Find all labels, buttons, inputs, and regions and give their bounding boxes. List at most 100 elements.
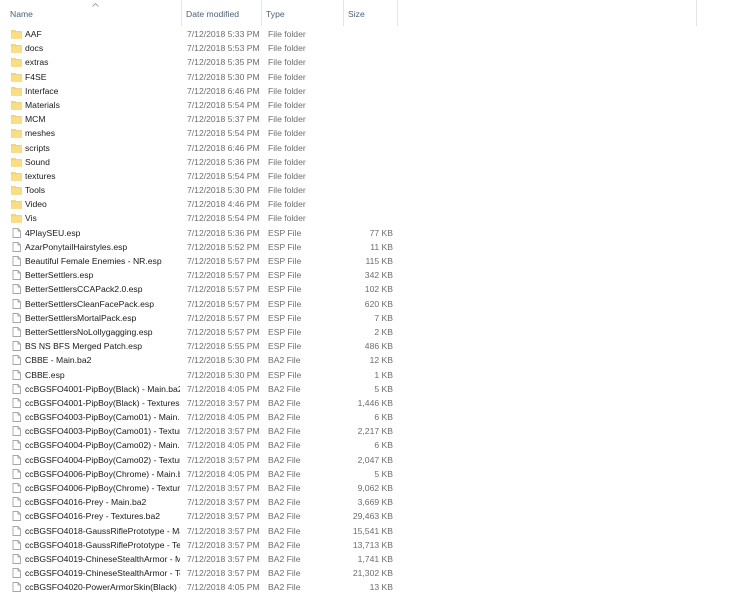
file-row[interactable]: ccBGSFO4016-Prey - Main.ba2 7/12/2018 3:5… (0, 495, 750, 509)
folder-icon (11, 199, 22, 210)
file-date-modified: 7/12/2018 5:36 PM (187, 227, 260, 238)
file-name: BetterSettlersCCAPack2.0.esp (25, 284, 143, 295)
file-row[interactable]: ccBGSFO4006-PipBoy(Chrome) - Texture... 7… (0, 481, 750, 495)
file-date-modified: 7/12/2018 3:57 PM (187, 483, 260, 493)
file-type: BA2 File (268, 397, 301, 408)
file-icon (11, 327, 22, 337)
file-icon (11, 511, 22, 522)
file-row[interactable]: meshes 7/12/2018 5:54 PM File folder (0, 126, 750, 140)
file-type: BA2 File (268, 539, 301, 550)
file-name: ccBGSFO4018-GaussRiflePrototype - Mai... (25, 525, 180, 536)
file-type: File folder (268, 114, 306, 125)
file-row[interactable]: ccBGSFO4019-ChineseStealthArmor - Tex...… (0, 566, 750, 580)
file-row[interactable]: CBBE.esp 7/12/2018 5:30 PM ESP File 1 KB (0, 368, 750, 382)
column-header-size[interactable]: Size (344, 0, 398, 26)
file-size: 5 KB (374, 383, 393, 394)
file-type: File folder (268, 156, 306, 167)
file-row[interactable]: BetterSettlers.esp 7/12/2018 5:57 PM ESP F… (0, 268, 750, 282)
file-date-modified: 7/12/2018 3:57 PM (187, 454, 260, 465)
file-type: File folder (268, 213, 306, 224)
file-date-modified: 7/12/2018 5:33 PM (187, 29, 260, 39)
file-row[interactable]: ccBGSFO4006-PipBoy(Chrome) - Main.ba2 7/1… (0, 467, 750, 481)
file-row[interactable]: Interface 7/12/2018 6:46 PM File folder (0, 84, 750, 98)
file-row[interactable]: F4SE 7/12/2018 5:30 PM File folder (0, 70, 750, 84)
file-type: BA2 File (268, 355, 301, 366)
file-row[interactable]: AzarPonytailHairstyles.esp 7/12/2018 5:52… (0, 240, 750, 254)
file-row[interactable]: AAF 7/12/2018 5:33 PM File folder (0, 27, 750, 41)
folder-icon (11, 86, 22, 96)
file-date-modified: 7/12/2018 4:05 PM (187, 412, 260, 423)
file-date-modified: 7/12/2018 5:36 PM (187, 156, 260, 167)
file-name: Video (25, 199, 47, 210)
file-date-modified: 7/12/2018 5:53 PM (187, 43, 260, 54)
column-header-type[interactable]: Type (262, 0, 344, 26)
file-row[interactable]: ccBGSFO4004-PipBoy(Camo02) - Texture... 7… (0, 453, 750, 467)
column-header-date-modified[interactable]: Date modified (182, 0, 262, 26)
file-name: ccBGSFO4001-PipBoy(Black) - Textures.ba2 (25, 397, 180, 408)
file-date-modified: 7/12/2018 6:46 PM (187, 85, 260, 96)
file-row[interactable]: ccBGSFO4019-ChineseStealthArmor - Ma... 7… (0, 552, 750, 566)
file-row[interactable]: Materials 7/12/2018 5:54 PM File folder (0, 98, 750, 112)
file-size: 620 KB (364, 298, 393, 309)
file-type: BA2 File (268, 383, 301, 394)
file-row[interactable]: ccBGSFO4004-PipBoy(Camo02) - Main.ba2 7/1… (0, 438, 750, 452)
file-row[interactable]: Beautiful Female Enemies - NR.esp 7/12/20… (0, 254, 750, 268)
file-row[interactable]: extras 7/12/2018 5:35 PM File folder (0, 55, 750, 69)
file-row[interactable]: BS NS BFS Merged Patch.esp 7/12/2018 5:55… (0, 339, 750, 353)
file-date-modified: 7/12/2018 5:55 PM (187, 341, 260, 352)
file-type: BA2 File (268, 553, 301, 564)
file-row[interactable]: ccBGSFO4003-PipBoy(Camo01) - Main.ba2 7/1… (0, 410, 750, 424)
file-name: ccBGSFO4016-Prey - Textures.ba2 (25, 511, 161, 522)
file-icon (11, 440, 22, 451)
file-type: BA2 File (268, 426, 301, 437)
file-row[interactable]: ccBGSFO4018-GaussRiflePrototype - Text..… (0, 538, 750, 552)
file-row[interactable]: ccBGSFO4018-GaussRiflePrototype - Mai...… (0, 524, 750, 538)
file-size: 486 KB (364, 341, 393, 352)
file-row[interactable]: Tools 7/12/2018 5:30 PM File folder (0, 183, 750, 197)
file-icon (11, 241, 22, 252)
file-row[interactable]: ccBGSFO4020-PowerArmorSkin(Black) -... 7/… (0, 580, 750, 594)
file-row[interactable]: ccBGSFO4016-Prey - Textures.ba2 7/12/2018… (0, 509, 750, 523)
file-row[interactable]: Video 7/12/2018 4:46 PM File folder (0, 197, 750, 211)
file-row[interactable]: BetterSettlersMortalPack.esp 7/12/2018 5:… (0, 311, 750, 325)
file-date-modified: 7/12/2018 5:57 PM (187, 298, 260, 309)
file-date-modified: 7/12/2018 5:52 PM (187, 241, 260, 252)
file-size: 342 KB (364, 270, 393, 281)
folder-icon (11, 29, 22, 39)
file-icon (11, 369, 22, 380)
file-row[interactable]: CBBE - Main.ba2 7/12/2018 5:30 PM BA2 File… (0, 353, 750, 367)
file-name: ccBGSFO4004-PipBoy(Camo02) - Texture... (25, 454, 180, 465)
file-row[interactable]: docs 7/12/2018 5:53 PM File folder (0, 41, 750, 55)
file-name: Materials (25, 99, 60, 110)
file-type: ESP File (268, 312, 302, 323)
file-row[interactable]: ccBGSFO4001-PipBoy(Black) - Textures.ba2… (0, 396, 750, 410)
file-row[interactable]: Sound 7/12/2018 5:36 PM File folder (0, 155, 750, 169)
file-row[interactable]: BetterSettlersNoLollygagging.esp 7/12/201… (0, 325, 750, 339)
file-row[interactable]: MCM 7/12/2018 5:37 PM File folder (0, 112, 750, 126)
file-name: meshes (25, 128, 56, 139)
folder-icon (11, 171, 22, 181)
file-row[interactable]: ccBGSFO4001-PipBoy(Black) - Main.ba2 7/12… (0, 382, 750, 396)
file-date-modified: 7/12/2018 6:46 PM (187, 142, 260, 153)
file-row[interactable]: Vis 7/12/2018 5:54 PM File folder (0, 211, 750, 225)
file-size: 6 KB (374, 440, 393, 451)
file-row[interactable]: textures 7/12/2018 5:54 PM File folder (0, 169, 750, 183)
file-name: MCM (25, 114, 46, 125)
file-icon (11, 227, 22, 238)
file-list: AAF 7/12/2018 5:33 PM File folder docs 7/12/… (0, 27, 750, 595)
file-icon (11, 284, 22, 295)
file-name: CBBE - Main.ba2 (25, 355, 92, 366)
file-row[interactable]: 4PlaySEU.esp 7/12/2018 5:36 PM ESP File 77 … (0, 226, 750, 240)
file-type: ESP File (268, 326, 302, 337)
file-row[interactable]: BetterSettlersCCAPack2.0.esp 7/12/2018 5:… (0, 282, 750, 296)
file-name: ccBGSFO4004-PipBoy(Camo02) - Main.ba2 (25, 440, 180, 451)
file-row[interactable]: ccBGSFO4003-PipBoy(Camo01) - Texture... 7… (0, 424, 750, 438)
column-header-divider[interactable] (692, 0, 697, 26)
folder-icon (11, 213, 22, 224)
file-row[interactable]: BetterSettlersCleanFacePack.esp 7/12/2018… (0, 297, 750, 311)
file-date-modified: 7/12/2018 4:05 PM (187, 440, 260, 451)
file-date-modified: 7/12/2018 5:30 PM (187, 355, 260, 366)
file-size: 9,062 KB (357, 483, 393, 493)
file-name: scripts (25, 142, 50, 153)
file-row[interactable]: scripts 7/12/2018 6:46 PM File folder (0, 141, 750, 155)
